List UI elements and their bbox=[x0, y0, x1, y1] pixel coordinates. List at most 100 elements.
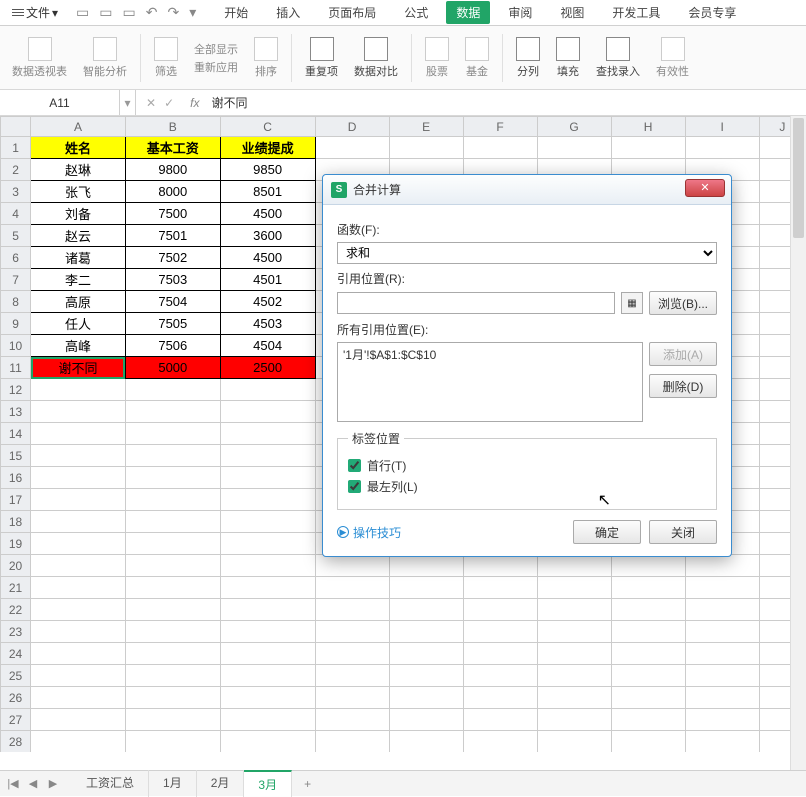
cell[interactable] bbox=[537, 555, 611, 577]
reference-input[interactable] bbox=[337, 292, 615, 314]
cell[interactable] bbox=[315, 643, 389, 665]
row-head[interactable]: 26 bbox=[1, 687, 31, 709]
row-head[interactable]: 28 bbox=[1, 731, 31, 753]
cell[interactable] bbox=[537, 599, 611, 621]
cell[interactable] bbox=[463, 555, 537, 577]
row-head[interactable]: 14 bbox=[1, 423, 31, 445]
cell[interactable] bbox=[315, 709, 389, 731]
references-listbox[interactable]: '1月'!$A$1:$C$10 bbox=[337, 342, 643, 422]
cell[interactable] bbox=[685, 555, 759, 577]
cell[interactable] bbox=[685, 621, 759, 643]
row-head[interactable]: 20 bbox=[1, 555, 31, 577]
cell[interactable] bbox=[125, 731, 220, 753]
cell[interactable] bbox=[611, 577, 685, 599]
sheet-tab-3月[interactable]: 3月 bbox=[244, 770, 292, 797]
cell[interactable]: 9800 bbox=[125, 159, 220, 181]
tab-数据[interactable]: 数据 bbox=[446, 1, 490, 24]
row-head[interactable]: 11 bbox=[1, 357, 31, 379]
col-head-B[interactable]: B bbox=[125, 117, 220, 137]
tab-审阅[interactable]: 审阅 bbox=[498, 1, 542, 24]
cell[interactable] bbox=[463, 687, 537, 709]
cell[interactable] bbox=[611, 555, 685, 577]
cell[interactable] bbox=[220, 379, 315, 401]
cell[interactable] bbox=[315, 599, 389, 621]
cell[interactable] bbox=[31, 423, 126, 445]
redo-icon[interactable]: ↷ bbox=[167, 4, 179, 21]
dialog-close-button[interactable]: ✕ bbox=[685, 179, 725, 197]
undo-icon[interactable]: ↶ bbox=[146, 4, 158, 21]
cell[interactable] bbox=[31, 599, 126, 621]
cell[interactable] bbox=[220, 489, 315, 511]
cell[interactable] bbox=[463, 137, 537, 159]
cell[interactable] bbox=[463, 621, 537, 643]
cell[interactable] bbox=[125, 401, 220, 423]
cell[interactable] bbox=[31, 687, 126, 709]
ribbon-stock[interactable]: 股票 bbox=[419, 37, 455, 79]
add-sheet-button[interactable]: + bbox=[294, 773, 321, 795]
row-head[interactable]: 4 bbox=[1, 203, 31, 225]
reapply[interactable]: 重新应用 bbox=[194, 59, 238, 75]
cell[interactable] bbox=[315, 665, 389, 687]
row-head[interactable]: 16 bbox=[1, 467, 31, 489]
dialog-titlebar[interactable]: S 合并计算 ✕ bbox=[323, 175, 731, 205]
ribbon-filter[interactable]: 筛选 bbox=[148, 37, 184, 79]
ribbon-ai[interactable]: 智能分析 bbox=[77, 37, 133, 79]
cell[interactable]: 4500 bbox=[220, 247, 315, 269]
cell[interactable] bbox=[685, 687, 759, 709]
cell[interactable]: 张飞 bbox=[31, 181, 126, 203]
cell[interactable] bbox=[537, 577, 611, 599]
cell[interactable]: 8501 bbox=[220, 181, 315, 203]
cell[interactable] bbox=[685, 643, 759, 665]
row-head[interactable]: 10 bbox=[1, 335, 31, 357]
cell[interactable] bbox=[31, 643, 126, 665]
sheet-tab-工资汇总[interactable]: 工资汇总 bbox=[72, 770, 149, 797]
cell[interactable]: 9850 bbox=[220, 159, 315, 181]
tab-视图[interactable]: 视图 bbox=[550, 1, 594, 24]
row-head[interactable]: 2 bbox=[1, 159, 31, 181]
show-all[interactable]: 全部显示 bbox=[194, 41, 238, 57]
row-head[interactable]: 15 bbox=[1, 445, 31, 467]
ribbon-compare[interactable]: 数据对比 bbox=[348, 37, 404, 79]
close-button[interactable]: 关闭 bbox=[649, 520, 717, 544]
cell[interactable] bbox=[685, 137, 759, 159]
cell[interactable] bbox=[31, 401, 126, 423]
cell[interactable] bbox=[31, 577, 126, 599]
cell[interactable]: 姓名 bbox=[31, 137, 126, 159]
ok-button[interactable]: 确定 bbox=[573, 520, 641, 544]
cell[interactable] bbox=[611, 687, 685, 709]
row-head[interactable]: 8 bbox=[1, 291, 31, 313]
col-head-H[interactable]: H bbox=[611, 117, 685, 137]
tab-插入[interactable]: 插入 bbox=[266, 1, 310, 24]
row-head[interactable]: 22 bbox=[1, 599, 31, 621]
cell[interactable] bbox=[537, 709, 611, 731]
row-head[interactable]: 9 bbox=[1, 313, 31, 335]
cell[interactable] bbox=[125, 709, 220, 731]
cell[interactable]: 5000 bbox=[125, 357, 220, 379]
cell[interactable]: 7503 bbox=[125, 269, 220, 291]
qat-dd-icon[interactable]: ▾ bbox=[189, 4, 196, 21]
cell[interactable]: 业绩提成 bbox=[220, 137, 315, 159]
cell[interactable] bbox=[537, 621, 611, 643]
cell[interactable] bbox=[463, 731, 537, 753]
delete-button[interactable]: 删除(D) bbox=[649, 374, 717, 398]
cell[interactable] bbox=[685, 665, 759, 687]
cell[interactable] bbox=[611, 665, 685, 687]
row-head[interactable]: 6 bbox=[1, 247, 31, 269]
sheet-tab-1月[interactable]: 1月 bbox=[149, 770, 197, 797]
cell[interactable] bbox=[31, 511, 126, 533]
namebox-dropdown[interactable]: ▾ bbox=[120, 90, 136, 115]
cell[interactable]: 赵云 bbox=[31, 225, 126, 247]
cell[interactable] bbox=[463, 577, 537, 599]
cell[interactable] bbox=[389, 555, 463, 577]
ribbon-dup[interactable]: 重复项 bbox=[299, 37, 344, 79]
top-row-checkbox[interactable]: 首行(T) bbox=[348, 457, 706, 474]
cell[interactable] bbox=[389, 599, 463, 621]
sheet-nav-next[interactable]: ▶ bbox=[44, 775, 62, 793]
row-head[interactable]: 17 bbox=[1, 489, 31, 511]
cell[interactable] bbox=[685, 577, 759, 599]
cell[interactable] bbox=[31, 731, 126, 753]
ribbon-fund[interactable]: 基金 bbox=[459, 37, 495, 79]
cell[interactable]: 4504 bbox=[220, 335, 315, 357]
cell[interactable] bbox=[31, 379, 126, 401]
cell[interactable] bbox=[463, 709, 537, 731]
